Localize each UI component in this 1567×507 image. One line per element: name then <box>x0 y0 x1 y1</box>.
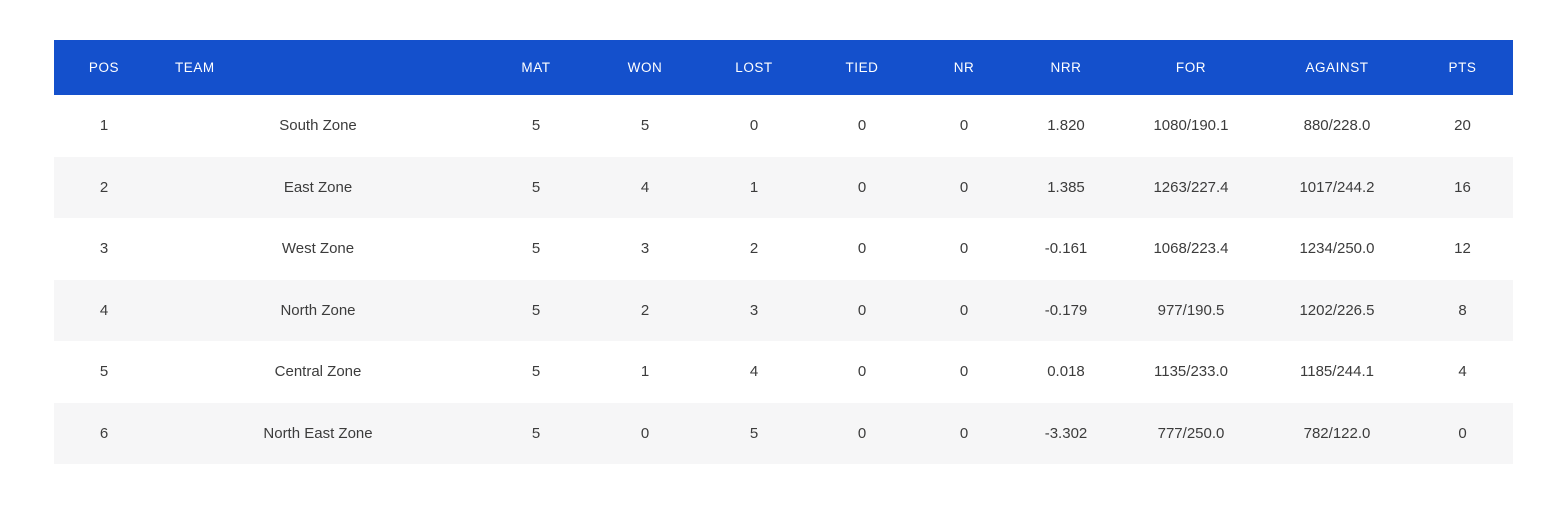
cell-pts: 12 <box>1454 240 1471 258</box>
cell-nrr: 1.820 <box>1047 117 1085 135</box>
table-row[interactable]: 1 South Zone 5 5 0 0 0 1.820 1080/190.1 880/228.0… <box>54 95 1513 157</box>
column-header-pos[interactable]: POS <box>54 40 154 95</box>
cell-for: 1080/190.1 <box>1153 117 1229 135</box>
cell-lost: 2 <box>749 240 759 258</box>
cell-won: 1 <box>640 363 650 381</box>
cell-pos: 2 <box>99 178 109 196</box>
cell-team: North East Zone <box>263 424 373 442</box>
header-row: POS TEAM MAT WON LOST TIED NR NRR FOR AG… <box>54 40 1513 95</box>
points-table-body: 1 South Zone 5 5 0 0 0 1.820 1080/190.1 880/228.0… <box>54 95 1513 464</box>
column-header-team[interactable]: TEAM <box>154 40 482 95</box>
cell-tied: 0 <box>857 178 867 196</box>
points-table-container: POS TEAM MAT WON LOST TIED NR NRR FOR AG… <box>54 40 1513 464</box>
cell-nrr: -0.161 <box>1044 240 1088 258</box>
cell-against: 880/228.0 <box>1303 117 1371 135</box>
cell-for: 1068/223.4 <box>1153 240 1229 258</box>
cell-for: 1263/227.4 <box>1153 178 1229 196</box>
cell-tied: 0 <box>857 424 867 442</box>
cell-pts: 20 <box>1454 117 1471 135</box>
cell-pts: 16 <box>1454 178 1471 196</box>
cell-nrr: 0.018 <box>1047 363 1085 381</box>
cell-against: 1202/226.5 <box>1299 301 1375 319</box>
cell-lost: 1 <box>749 178 759 196</box>
cell-against: 1185/244.1 <box>1300 363 1374 381</box>
table-row[interactable]: 5 Central Zone 5 1 4 0 0 0.018 1135/233.0 1185/24… <box>54 341 1513 403</box>
cell-team: North Zone <box>280 301 356 319</box>
column-header-lost[interactable]: LOST <box>700 40 808 95</box>
cell-nr: 0 <box>959 301 969 319</box>
cell-tied: 0 <box>857 363 867 381</box>
cell-pos: 1 <box>99 117 109 135</box>
cell-team: Central Zone <box>274 363 362 381</box>
cell-pos: 5 <box>99 363 109 381</box>
cell-team: South Zone <box>279 117 357 135</box>
cell-pos: 3 <box>99 240 109 258</box>
points-table: POS TEAM MAT WON LOST TIED NR NRR FOR AG… <box>54 40 1513 464</box>
cell-against: 782/122.0 <box>1303 424 1371 442</box>
cell-for: 777/250.0 <box>1157 424 1225 442</box>
cell-against: 1234/250.0 <box>1299 240 1375 258</box>
cell-pos: 6 <box>99 424 109 442</box>
cell-lost: 3 <box>749 301 759 319</box>
cell-tied: 0 <box>857 301 867 319</box>
cell-for: 1135/233.0 <box>1154 363 1228 381</box>
cell-pts: 8 <box>1458 301 1467 319</box>
cell-nr: 0 <box>959 117 969 135</box>
cell-won: 5 <box>640 117 650 135</box>
column-header-against[interactable]: AGAINST <box>1262 40 1412 95</box>
column-header-tied[interactable]: TIED <box>808 40 916 95</box>
column-header-mat[interactable]: MAT <box>482 40 590 95</box>
cell-pts: 0 <box>1458 424 1467 442</box>
table-row[interactable]: 4 North Zone 5 2 3 0 0 -0.179 977/190.5 1202/226.… <box>54 279 1513 341</box>
cell-nr: 0 <box>959 178 969 196</box>
cell-mat: 5 <box>531 301 541 319</box>
cell-lost: 0 <box>749 117 759 135</box>
cell-nr: 0 <box>959 240 969 258</box>
cell-for: 977/190.5 <box>1157 301 1225 319</box>
cell-won: 3 <box>640 240 650 258</box>
cell-against: 1017/244.2 <box>1299 178 1375 196</box>
table-row[interactable]: 3 West Zone 5 3 2 0 0 -0.161 1068/223.4 1234/250.… <box>54 218 1513 280</box>
cell-tied: 0 <box>857 117 867 135</box>
cell-won: 2 <box>640 301 650 319</box>
cell-mat: 5 <box>531 178 541 196</box>
cell-mat: 5 <box>531 363 541 381</box>
cell-nrr: 1.385 <box>1047 178 1085 196</box>
cell-nr: 0 <box>959 424 969 442</box>
cell-nrr: -0.179 <box>1044 301 1088 319</box>
column-header-for[interactable]: FOR <box>1120 40 1262 95</box>
column-header-won[interactable]: WON <box>590 40 700 95</box>
cell-team: West Zone <box>281 240 355 258</box>
column-header-pts[interactable]: PTS <box>1412 40 1513 95</box>
cell-won: 0 <box>640 424 650 442</box>
column-header-nr[interactable]: NR <box>916 40 1012 95</box>
cell-pos: 4 <box>99 301 109 319</box>
points-table-header: POS TEAM MAT WON LOST TIED NR NRR FOR AG… <box>54 40 1513 95</box>
column-header-nrr[interactable]: NRR <box>1012 40 1120 95</box>
cell-tied: 0 <box>857 240 867 258</box>
cell-team: East Zone <box>283 178 353 196</box>
cell-lost: 4 <box>749 363 759 381</box>
cell-pts: 4 <box>1458 363 1467 381</box>
cell-mat: 5 <box>531 117 541 135</box>
cell-mat: 5 <box>531 240 541 258</box>
cell-mat: 5 <box>531 424 541 442</box>
cell-nrr: -3.302 <box>1044 424 1088 442</box>
table-row[interactable]: 2 East Zone 5 4 1 0 0 1.385 1263/227.4 1017/244.2… <box>54 156 1513 218</box>
cell-lost: 5 <box>749 424 759 442</box>
cell-nr: 0 <box>959 363 969 381</box>
table-row[interactable]: 6 North East Zone 5 0 5 0 0 -3.302 777/250.0 782/… <box>54 402 1513 464</box>
cell-won: 4 <box>640 178 650 196</box>
